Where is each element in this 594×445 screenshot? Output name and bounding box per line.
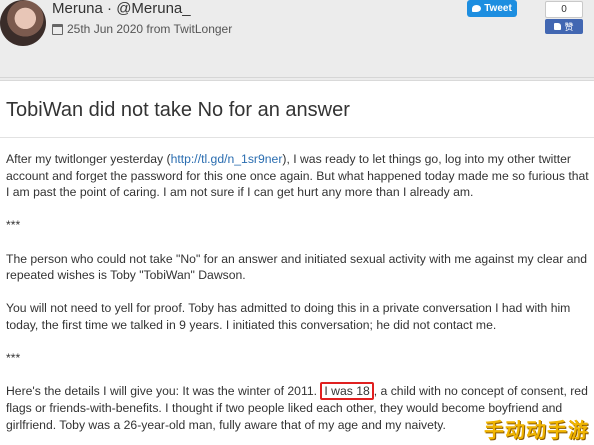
post-meta: 25th Jun 2020 from TwitLonger xyxy=(52,22,232,36)
paragraph-3: You will not need to yell for proof. Tob… xyxy=(6,301,571,332)
calendar-icon xyxy=(52,23,63,35)
author-name[interactable]: Meruna · @Meruna_ xyxy=(52,0,191,17)
separator: *** xyxy=(6,351,21,366)
thumbs-up-icon xyxy=(554,23,562,30)
like-button-label: 赞 xyxy=(564,22,574,32)
twitlonger-link[interactable]: http://tl.gd/n_1sr9ner xyxy=(171,152,283,166)
highlighted-age: I was 18 xyxy=(320,382,374,401)
post-date: 25th Jun 2020 from TwitLonger xyxy=(67,22,233,36)
divider xyxy=(0,137,594,138)
separator: *** xyxy=(6,218,21,233)
avatar[interactable] xyxy=(0,0,46,46)
watermark-logo: 手动动手游 xyxy=(484,420,589,442)
like-count: 0 xyxy=(545,1,583,18)
paragraph-1: After my twitlonger yesterday (http://tl… xyxy=(6,152,589,200)
tweet-button[interactable]: Tweet xyxy=(467,0,517,17)
twitter-bird-icon xyxy=(472,5,482,12)
like-button[interactable]: 赞 xyxy=(545,19,583,34)
post-header: Meruna · @Meruna_ 25th Jun 2020 from Twi… xyxy=(0,0,594,78)
post-body: After my twitlonger yesterday (http://tl… xyxy=(6,151,591,445)
post-title: TobiWan did not take No for an answer xyxy=(6,99,350,121)
post-content: TobiWan did not take No for an answer Af… xyxy=(0,80,594,445)
paragraph-2: The person who could not take "No" for a… xyxy=(6,251,588,283)
tweet-button-label: Tweet xyxy=(484,3,512,14)
